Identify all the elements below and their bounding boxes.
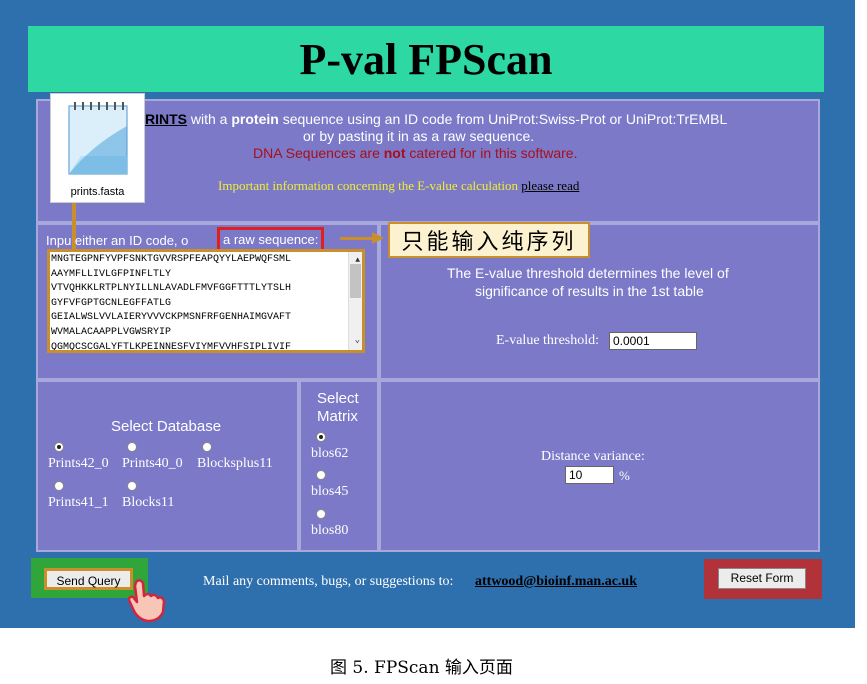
hand-pointer-icon <box>127 579 166 623</box>
radio-prints41[interactable] <box>54 481 64 491</box>
radio-prints42[interactable] <box>54 442 64 452</box>
reset-form-button[interactable]: Reset Form <box>718 568 806 589</box>
dna-warning: DNA Sequences are not catered for in thi… <box>253 145 578 161</box>
threshold-desc-2: significance of results in the 1st table <box>475 283 704 299</box>
title-bar: P-val FPScan <box>28 26 824 92</box>
radio-blocksplus11[interactable] <box>202 442 212 452</box>
radio-blocks11[interactable] <box>127 481 137 491</box>
matrix-title-1: Select <box>317 390 359 407</box>
matrix-title-2: Matrix <box>317 408 358 425</box>
chevron-down-icon[interactable]: ⌄ <box>355 333 360 348</box>
page-title: P-val FPScan <box>299 34 553 84</box>
threshold-label: E-value threshold: <box>496 333 600 348</box>
figure-caption: 图 5. FPScan 输入页面 <box>330 658 513 678</box>
label-blos45: blos45 <box>311 484 349 499</box>
prints-link[interactable]: RINTS <box>145 111 187 127</box>
email-link[interactable]: attwood@bioinf.man.ac.uk <box>475 574 637 590</box>
scroll-thumb[interactable] <box>350 264 361 298</box>
label-blocksplus11: Blocksplus11 <box>197 456 273 471</box>
please-read-link[interactable]: please read <box>521 178 579 193</box>
callout-arrow-head <box>372 232 384 244</box>
label-blos62: blos62 <box>311 446 349 461</box>
distance-unit: % <box>619 468 630 483</box>
callout-arrow-line <box>340 237 374 240</box>
label-prints42: Prints42_0 <box>48 456 109 471</box>
notepad-icon <box>68 102 128 175</box>
distance-label: Distance variance: <box>541 449 645 464</box>
evalue-threshold-input[interactable]: 0.0001 <box>609 332 697 350</box>
chinese-callout: 只能输入纯序列 <box>388 222 590 258</box>
intro-line-2: or by pasting it in as a raw sequence. <box>303 128 535 144</box>
label-blos80: blos80 <box>311 523 349 538</box>
threshold-desc-1: The E-value threshold determines the lev… <box>447 265 729 281</box>
label-blocks11: Blocks11 <box>122 495 175 510</box>
label-prints41: Prints41_1 <box>48 495 109 510</box>
radio-blos45[interactable] <box>316 470 326 480</box>
distance-variance-input[interactable]: 10 <box>565 466 614 484</box>
send-query-button[interactable]: Send Query <box>44 568 133 590</box>
evalue-info: Important information concerning the E-v… <box>218 178 580 193</box>
label-prints40: Prints40_0 <box>122 456 183 471</box>
sequence-input-label: Inpu either an ID code, o <box>46 233 189 248</box>
mail-text: Mail any comments, bugs, or suggestions … <box>203 574 454 589</box>
intro-line-1: RINTS with a protein sequence using an I… <box>145 111 728 127</box>
radio-prints40[interactable] <box>127 442 137 452</box>
file-icon-label: prints.fasta <box>70 186 125 198</box>
file-icon-box: prints.fasta <box>50 93 145 203</box>
radio-blos62[interactable] <box>316 432 326 442</box>
select-database-title: Select Database <box>111 418 222 435</box>
radio-blos80[interactable] <box>316 509 326 519</box>
textarea-scrollbar[interactable]: ▲ ⌄ <box>348 252 362 350</box>
sequence-textarea[interactable]: MNGTEGPNFYVPFSNKTGVVRSPFEAPQYYLAEPWQFSML… <box>47 249 365 353</box>
screenshot-frame: P-val FPScan RINTS with a protein sequen… <box>0 0 855 628</box>
